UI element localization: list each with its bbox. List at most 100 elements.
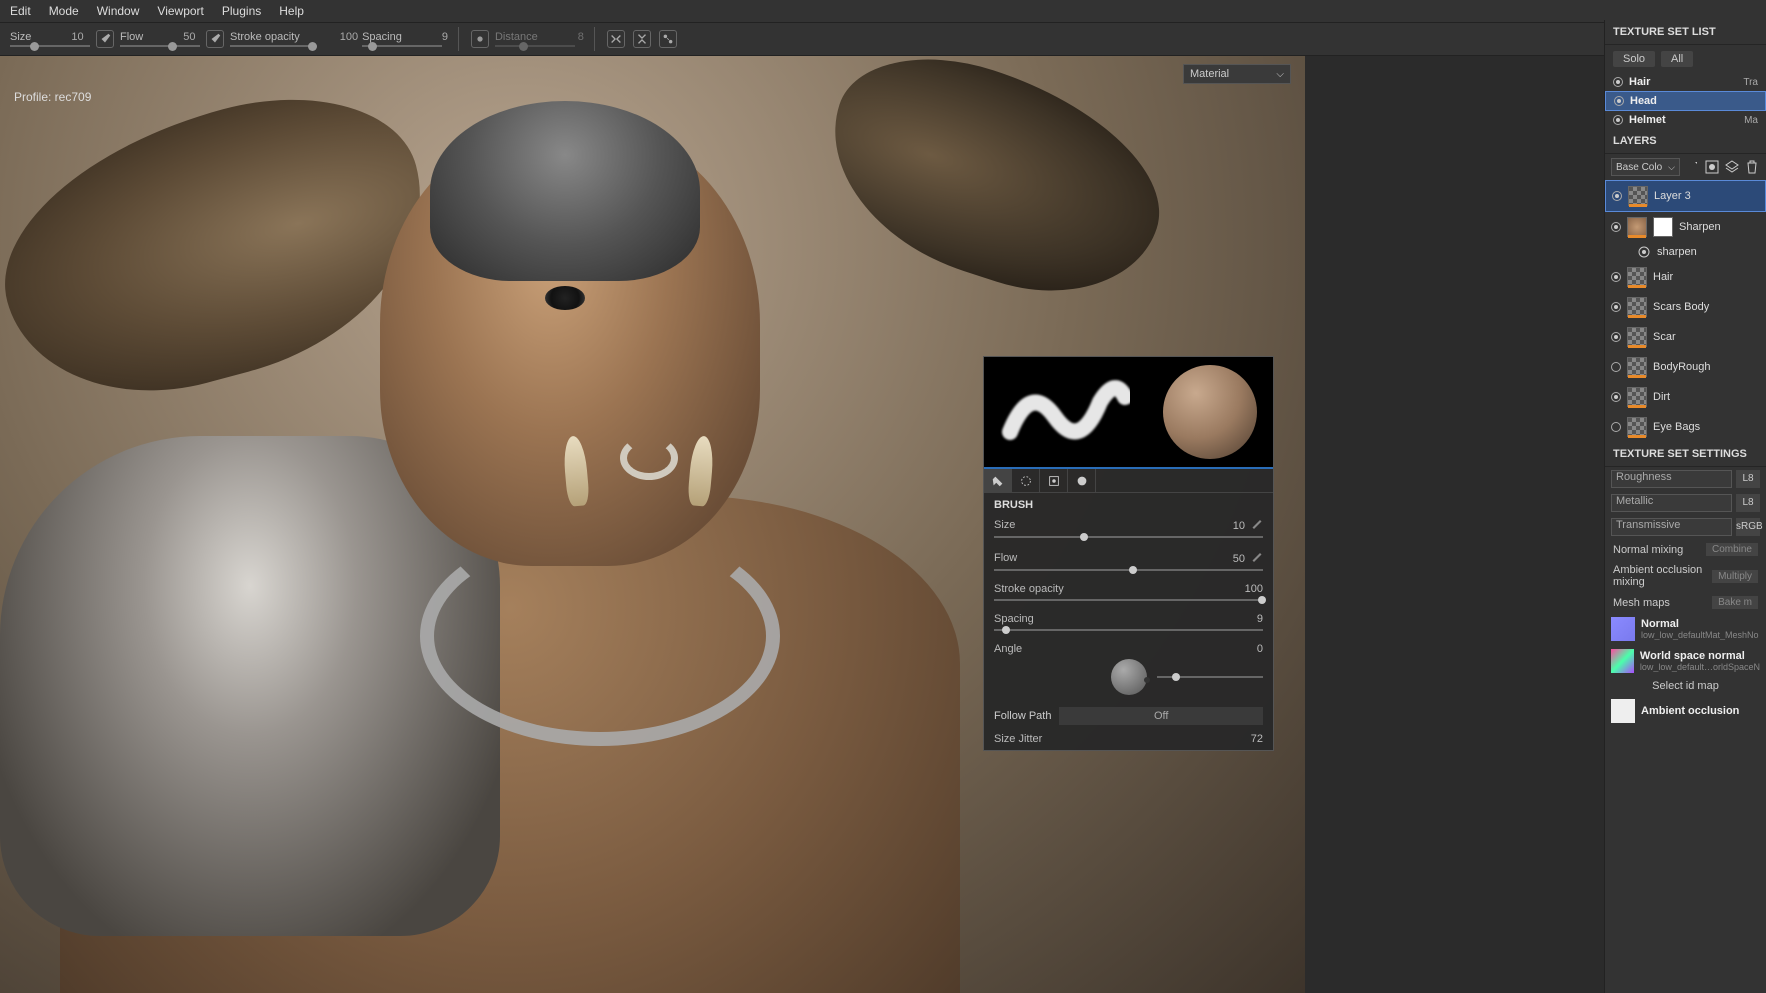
brush-flow-slider[interactable] [994, 569, 1263, 571]
brush-stroke-value: 100 [1245, 583, 1263, 595]
layer-visibility-toggle[interactable] [1612, 191, 1622, 201]
menu-help[interactable]: Help [279, 4, 304, 18]
flow-picker-icon[interactable] [206, 30, 224, 48]
symmetry-y-icon[interactable] [633, 30, 651, 48]
layer-scar[interactable]: Scar [1605, 322, 1766, 352]
toolbar-flow[interactable]: Flow50 [120, 31, 200, 47]
all-button[interactable]: All [1661, 51, 1693, 67]
channel-format[interactable]: L8 [1736, 470, 1760, 488]
map-row-normal[interactable]: Normallow_low_defaultMat_MeshNo [1605, 613, 1766, 645]
normal-mixing-label: Normal mixing [1613, 544, 1683, 556]
menu-edit[interactable]: Edit [10, 4, 31, 18]
solo-button[interactable]: Solo [1613, 51, 1655, 67]
3d-viewport[interactable]: Profile: rec709 Material BRUSH Size10 Fl… [0, 56, 1305, 993]
menu-viewport[interactable]: Viewport [157, 4, 203, 18]
add-mask-icon[interactable] [1704, 159, 1720, 175]
symmetry-settings-icon[interactable] [659, 30, 677, 48]
material-dropdown[interactable]: Material [1183, 64, 1291, 84]
brush-tab-material[interactable] [1068, 469, 1096, 493]
map-filename: low_low_default…orldSpaceN [1640, 662, 1760, 672]
layers-title: LAYERS [1605, 129, 1766, 154]
brush-size-slider[interactable] [994, 536, 1263, 538]
texture-set-label: Helmet [1629, 114, 1666, 126]
texture-set-head[interactable]: Head [1605, 91, 1766, 111]
visibility-toggle[interactable] [1613, 77, 1623, 87]
texture-set-shader: Tra [1743, 77, 1758, 88]
select-id-map-button[interactable]: Select id map [1605, 677, 1766, 695]
layer-eye-bags[interactable]: Eye Bags [1605, 412, 1766, 442]
add-effect-icon[interactable] [1684, 159, 1700, 175]
channel-name[interactable]: Transmissive [1611, 518, 1732, 536]
texture-set-hair[interactable]: Hair Tra [1605, 73, 1766, 91]
ao-mixing-button[interactable]: Multiply [1712, 570, 1758, 583]
layer-visibility-toggle[interactable] [1611, 332, 1621, 342]
texture-set-label: Hair [1629, 76, 1650, 88]
layer-name: Scar [1653, 331, 1676, 343]
layer-visibility-toggle[interactable] [1611, 272, 1621, 282]
channel-name[interactable]: Metallic [1611, 494, 1732, 512]
layer-mask-thumbnail[interactable] [1653, 217, 1673, 237]
brush-angle-dial[interactable] [1111, 659, 1147, 695]
spacing-value: 9 [442, 31, 448, 43]
channel-format[interactable]: sRGB [1736, 518, 1760, 536]
channel-metallic[interactable]: MetallicL8 [1605, 491, 1766, 515]
symmetry-x-icon[interactable] [607, 30, 625, 48]
layer-layer-3[interactable]: Layer 3 [1605, 180, 1766, 212]
effect-icon [1637, 245, 1651, 259]
layer-visibility-toggle[interactable] [1611, 302, 1621, 312]
texture-set-helmet[interactable]: HelmetMa [1605, 111, 1766, 129]
size-picker-icon[interactable] [96, 30, 114, 48]
add-layer-icon[interactable] [1724, 159, 1740, 175]
layer-bodyrough[interactable]: BodyRough [1605, 352, 1766, 382]
menu-plugins[interactable]: Plugins [222, 4, 261, 18]
layer-dirt[interactable]: Dirt [1605, 382, 1766, 412]
toolbar-stroke-opacity[interactable]: Stroke opacity100 [230, 31, 358, 47]
brush-tab-stencil[interactable] [1040, 469, 1068, 493]
layer-thumbnail [1627, 357, 1647, 377]
brush-spacing-label: Spacing [994, 613, 1034, 625]
menu-window[interactable]: Window [97, 4, 140, 18]
toolbar: Size10 Flow50 Stroke opacity100 Spacing9… [0, 22, 1766, 56]
bake-button[interactable]: Bake m [1712, 596, 1758, 609]
brush-spacing-slider[interactable] [994, 629, 1263, 631]
channel-dropdown[interactable]: Base Colo [1611, 158, 1680, 176]
flow-pen-icon[interactable] [1251, 550, 1263, 562]
delete-layer-icon[interactable] [1744, 159, 1760, 175]
brush-stroke-preview[interactable] [1000, 372, 1130, 452]
toolbar-distance[interactable]: Distance8 [495, 31, 584, 47]
follow-path-toggle[interactable]: Off [1059, 707, 1263, 725]
toolbar-spacing[interactable]: Spacing9 [362, 31, 448, 47]
brush-tab-alpha[interactable] [1012, 469, 1040, 493]
channel-roughness[interactable]: RoughnessL8 [1605, 467, 1766, 491]
map-row-world-space-normal[interactable]: World space normallow_low_default…orldSp… [1605, 645, 1766, 677]
brush-material-preview[interactable] [1163, 365, 1257, 459]
layer-visibility-toggle[interactable] [1611, 222, 1621, 232]
map-row-ao[interactable]: Ambient occlusion [1605, 695, 1766, 727]
layer-visibility-toggle[interactable] [1611, 392, 1621, 402]
normal-mixing-button[interactable]: Combine [1706, 543, 1758, 556]
lazy-mouse-icon[interactable] [471, 30, 489, 48]
brush-tab-brush[interactable] [984, 469, 1012, 493]
channel-transmissive[interactable]: TransmissivesRGB [1605, 515, 1766, 539]
visibility-toggle[interactable] [1614, 96, 1624, 106]
brush-stroke-slider[interactable] [994, 599, 1263, 601]
channel-format[interactable]: L8 [1736, 494, 1760, 512]
layer-sharpen[interactable]: Sharpen [1605, 212, 1766, 242]
layer-name: Layer 3 [1654, 190, 1691, 202]
brush-angle-slider[interactable] [1157, 676, 1264, 678]
layer-visibility-toggle[interactable] [1611, 422, 1621, 432]
brush-flow-value: 50 [1233, 553, 1245, 565]
toolbar-size[interactable]: Size10 [10, 31, 90, 47]
layer-thumbnail [1627, 387, 1647, 407]
layer-visibility-toggle[interactable] [1611, 362, 1621, 372]
layer-hair[interactable]: Hair [1605, 262, 1766, 292]
layer-scars-body[interactable]: Scars Body [1605, 292, 1766, 322]
channel-name[interactable]: Roughness [1611, 470, 1732, 488]
size-jitter-value: 72 [1251, 733, 1263, 745]
size-pen-icon[interactable] [1251, 517, 1263, 529]
brush-panel: BRUSH Size10 Flow50 Stroke opacity100 Sp… [983, 356, 1274, 751]
menu-mode[interactable]: Mode [49, 4, 79, 18]
visibility-toggle[interactable] [1613, 115, 1623, 125]
mesh-maps-label: Mesh maps [1613, 597, 1670, 609]
sublayer-sharpen[interactable]: sharpen [1605, 242, 1766, 262]
